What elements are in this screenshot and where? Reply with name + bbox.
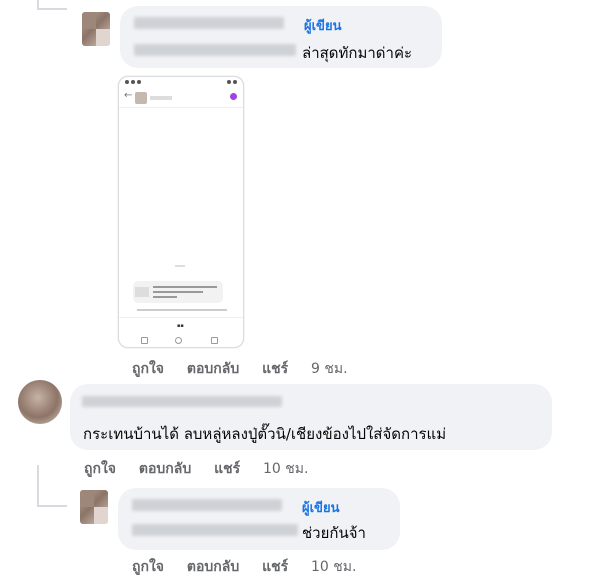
ok-button: ▪▪ bbox=[177, 323, 184, 329]
comment-text: ช่วยกันจ้า bbox=[302, 524, 366, 542]
contact-name bbox=[150, 96, 172, 100]
timestamp[interactable]: 10 ชม. bbox=[263, 461, 308, 477]
phone-header: ← bbox=[119, 89, 243, 108]
thread-line bbox=[37, 465, 39, 507]
avatar[interactable] bbox=[82, 12, 110, 46]
share-link[interactable]: แชร์ bbox=[214, 461, 240, 477]
redacted-text bbox=[134, 44, 296, 56]
thread-line bbox=[37, 505, 67, 507]
comment-actions: ถูกใจ ตอบกลับ แชร์ 9 ชม. bbox=[132, 358, 366, 380]
share-link[interactable]: แชร์ bbox=[262, 559, 288, 575]
comment-bubble: ผู้เขียน ช่วยกันจ้า bbox=[118, 488, 400, 550]
avatar[interactable] bbox=[80, 490, 108, 524]
message-bubble bbox=[133, 281, 223, 303]
author-name[interactable] bbox=[82, 396, 282, 407]
author-badge: ผู้เขียน bbox=[304, 19, 342, 34]
timestamp[interactable]: 9 ชม. bbox=[311, 361, 348, 377]
comment-bubble: ผู้เขียน ล่าสุดทักมาด่าค่ะ bbox=[120, 6, 442, 68]
author-badge: ผู้เขียน bbox=[302, 501, 340, 516]
comment-text: กระเทนบ้านได้ ลบหลู่หลงปู่ตั๊วนิ/เชียงข้… bbox=[83, 425, 447, 443]
back-arrow-icon: ← bbox=[124, 90, 133, 101]
author-name[interactable] bbox=[134, 17, 284, 29]
comment-bubble: กระเทนบ้านได้ ลบหลู่หลงปู่ตั๊วนิ/เชียงข้… bbox=[70, 384, 552, 450]
comment-text: ล่าสุดทักมาด่าค่ะ bbox=[302, 44, 413, 62]
messenger-icon bbox=[230, 93, 237, 100]
phone-nav-bar bbox=[119, 337, 243, 345]
reply-link[interactable]: ตอบกลับ bbox=[187, 559, 239, 575]
like-link[interactable]: ถูกใจ bbox=[132, 559, 164, 575]
avatar bbox=[135, 92, 147, 104]
like-link[interactable]: ถูกใจ bbox=[132, 361, 164, 377]
thread-line bbox=[37, 8, 67, 10]
reply-link[interactable]: ตอบกลับ bbox=[139, 461, 191, 477]
like-link[interactable]: ถูกใจ bbox=[84, 461, 116, 477]
redacted-text bbox=[132, 524, 298, 536]
timestamp[interactable]: 10 ชม. bbox=[311, 559, 356, 575]
share-link[interactable]: แชร์ bbox=[262, 361, 288, 377]
phone-status-bar bbox=[125, 80, 237, 86]
attached-screenshot[interactable]: ← ▪▪ bbox=[118, 76, 244, 348]
author-name[interactable] bbox=[132, 499, 282, 511]
comment-actions: ถูกใจ ตอบกลับ แชร์ 10 ชม. bbox=[84, 458, 326, 480]
comment-actions: ถูกใจ ตอบกลับ แชร์ 10 ชม. bbox=[132, 556, 374, 578]
avatar[interactable] bbox=[18, 380, 62, 424]
reply-link[interactable]: ตอบกลับ bbox=[187, 361, 239, 377]
